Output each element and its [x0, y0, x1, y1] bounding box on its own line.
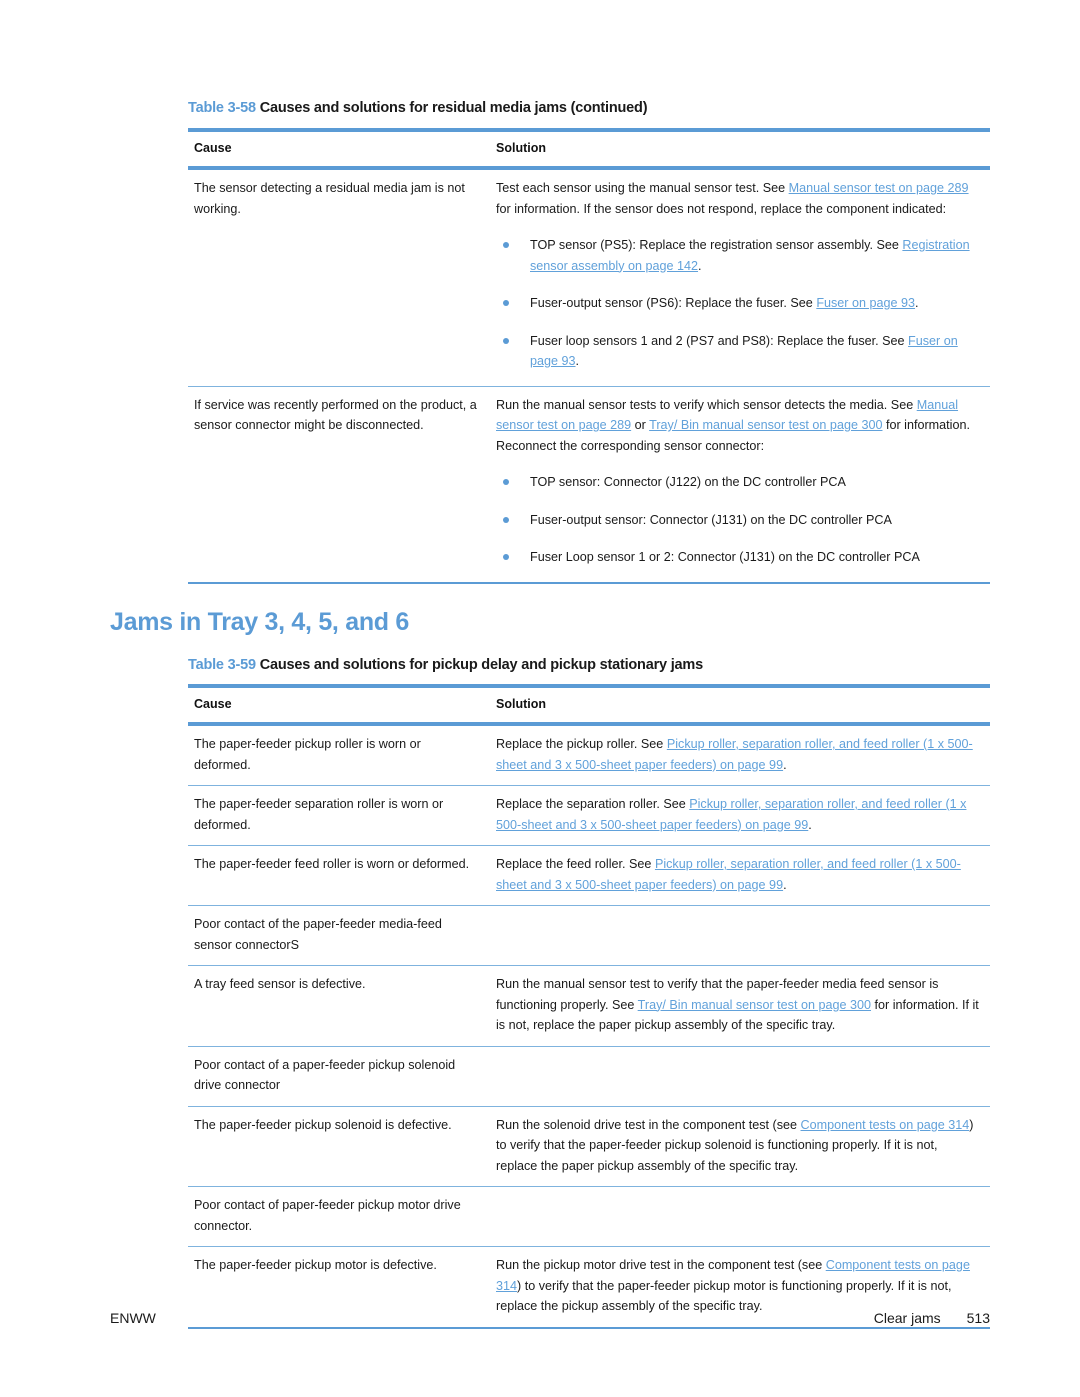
- cell-cause: Poor contact of a paper-feeder pickup so…: [188, 1046, 490, 1107]
- list-item: Fuser Loop sensor 1 or 2: Connector (J13…: [496, 547, 980, 568]
- cell-solution: Replace the pickup roller. See Pickup ro…: [490, 724, 990, 786]
- table-3-59-number: Table 3-59: [188, 657, 256, 673]
- cell-cause: Poor contact of paper-feeder pickup moto…: [188, 1186, 490, 1247]
- list-item: Fuser-output sensor (PS6): Replace the f…: [496, 293, 980, 314]
- cell-solution: Run the manual sensor tests to verify wh…: [490, 386, 990, 583]
- table-row: Poor contact of the paper-feeder media-f…: [188, 905, 990, 966]
- table-row: Poor contact of paper-feeder pickup moto…: [188, 1186, 990, 1247]
- bullet-icon: [503, 554, 509, 560]
- table-3-58-number: Table 3-58: [188, 100, 256, 116]
- doc-link[interactable]: Tray/ Bin manual sensor test on page 300: [649, 418, 882, 432]
- cell-cause: Poor contact of the paper-feeder media-f…: [188, 905, 490, 966]
- cell-solution: Replace the separation roller. See Picku…: [490, 785, 990, 846]
- cell-solution: Test each sensor using the manual sensor…: [490, 168, 990, 387]
- solution-text-pre: Test each sensor using the manual sensor…: [496, 181, 789, 195]
- bullet-text-post: .: [698, 258, 702, 273]
- table-3-58: Cause Solution The sensor detecting a re…: [188, 128, 990, 584]
- bullet-text-pre: Fuser-output sensor: Connector (J131) on…: [530, 512, 892, 527]
- solution-text-post: .: [783, 757, 787, 772]
- solution-text-pre: Run the manual sensor tests to verify wh…: [496, 397, 917, 412]
- cell-cause: The sensor detecting a residual media ja…: [188, 168, 490, 387]
- table-3-59-title: Causes and solutions for pickup delay an…: [259, 657, 703, 673]
- column-header-cause: Cause: [188, 128, 490, 170]
- bullet-text-pre: Fuser Loop sensor 1 or 2: Connector (J13…: [530, 550, 920, 564]
- bullet-text-post: .: [915, 296, 919, 310]
- table-row: The paper-feeder pickup solenoid is defe…: [188, 1106, 990, 1187]
- table-row: A tray feed sensor is defective. Run the…: [188, 965, 990, 1047]
- table-3-59-header-row: Cause Solution: [188, 684, 990, 726]
- doc-link[interactable]: Component tests on page 314: [801, 1118, 970, 1132]
- list-item: Fuser-output sensor: Connector (J131) on…: [496, 510, 980, 531]
- column-header-solution: Solution: [490, 684, 990, 726]
- solution-text-post: .: [808, 817, 812, 832]
- bullet-icon: [503, 337, 509, 344]
- solution-bullet-list: TOP sensor: Connector (J122) on the DC c…: [496, 472, 980, 568]
- cell-solution: Run the manual sensor test to verify tha…: [490, 965, 990, 1047]
- cell-cause: The paper-feeder pickup solenoid is defe…: [188, 1106, 490, 1187]
- solution-paragraph: Run the manual sensor tests to verify wh…: [496, 395, 980, 457]
- table-3-59-caption: Table 3-59 Causes and solutions for pick…: [188, 657, 703, 673]
- table-3-58-caption: Table 3-58 Causes and solutions for resi…: [188, 100, 648, 116]
- bullet-icon: [503, 479, 509, 485]
- solution-text-mid: or: [631, 418, 650, 432]
- doc-link[interactable]: Tray/ Bin manual sensor test on page 300: [638, 998, 871, 1012]
- bullet-text-post: .: [575, 354, 580, 368]
- solution-text-pre: Replace the feed roller. See: [496, 857, 655, 871]
- cell-cause: The paper-feeder pickup roller is worn o…: [188, 724, 490, 786]
- table-row: The paper-feeder feed roller is worn or …: [188, 845, 990, 906]
- solution-text-pre: Run the pickup motor drive test in the c…: [496, 1258, 826, 1272]
- document-page: Table 3-58 Causes and solutions for resi…: [0, 0, 1080, 1397]
- bullet-text-pre: TOP sensor (PS5): Replace the registrati…: [530, 238, 903, 252]
- footer-locale: ENWW: [110, 1310, 156, 1326]
- doc-link[interactable]: Fuser on page 93: [816, 296, 915, 310]
- table-3-59: Cause Solution The paper-feeder pickup r…: [188, 684, 990, 1329]
- list-item: Fuser loop sensors 1 and 2 (PS7 and PS8)…: [496, 331, 980, 372]
- section-heading-jams-in-tray: Jams in Tray 3, 4, 5, and 6: [110, 608, 410, 636]
- cell-cause: The paper-feeder separation roller is wo…: [188, 785, 490, 846]
- column-header-solution: Solution: [490, 128, 990, 170]
- table-row: If service was recently performed on the…: [188, 386, 990, 583]
- cell-solution: Replace the feed roller. See Pickup roll…: [490, 845, 990, 906]
- doc-link[interactable]: Manual sensor test on page 289: [789, 181, 969, 195]
- cell-solution: Run the solenoid drive test in the compo…: [490, 1106, 990, 1187]
- cell-cause: If service was recently performed on the…: [194, 397, 477, 433]
- column-header-cause: Cause: [188, 684, 490, 726]
- solution-text-pre: Replace the pickup roller. See: [496, 737, 667, 751]
- solution-paragraph: Test each sensor using the manual sensor…: [496, 178, 980, 219]
- footer-right-group: Clear jams 513: [874, 1310, 990, 1326]
- solution-text-post: for information. If the sensor does not …: [496, 201, 947, 216]
- list-item: TOP sensor (PS5): Replace the registrati…: [496, 235, 980, 276]
- solution-text-pre: Run the solenoid drive test in the compo…: [496, 1117, 801, 1132]
- footer-section-title: Clear jams: [873, 1310, 941, 1326]
- bullet-text-pre: Fuser loop sensors 1 and 2 (PS7 and PS8)…: [530, 333, 909, 348]
- cell-solution: [490, 1046, 990, 1107]
- bullet-text-pre: TOP sensor: Connector (J122) on the DC c…: [530, 475, 846, 489]
- bullet-icon: [503, 516, 509, 523]
- bullet-text-pre: Fuser-output sensor (PS6): Replace the f…: [530, 296, 817, 310]
- solution-bullet-list: TOP sensor (PS5): Replace the registrati…: [496, 235, 980, 372]
- bullet-icon: [503, 300, 509, 306]
- cell-cause: The paper-feeder feed roller is worn or …: [188, 845, 490, 906]
- table-row: Poor contact of a paper-feeder pickup so…: [188, 1046, 990, 1107]
- table-row: The sensor detecting a residual media ja…: [188, 168, 990, 387]
- table-row: The paper-feeder pickup roller is worn o…: [188, 724, 990, 786]
- footer-page-number: 513: [966, 1310, 990, 1326]
- table-3-58-title: Causes and solutions for residual media …: [259, 100, 648, 116]
- solution-text-post: ) to verify that the paper-feeder pickup…: [496, 1278, 952, 1314]
- solution-text-post: .: [783, 877, 787, 892]
- bullet-icon: [503, 242, 509, 248]
- cell-solution: [490, 1186, 990, 1247]
- table-3-58-header-row: Cause Solution: [188, 128, 990, 170]
- cell-solution: [490, 905, 990, 966]
- table-row: The paper-feeder separation roller is wo…: [188, 785, 990, 846]
- page-footer: ENWW Clear jams 513: [110, 1310, 990, 1326]
- list-item: TOP sensor: Connector (J122) on the DC c…: [496, 472, 980, 493]
- solution-text-pre: Replace the separation roller. See: [496, 797, 690, 811]
- cell-cause: A tray feed sensor is defective.: [188, 965, 490, 1047]
